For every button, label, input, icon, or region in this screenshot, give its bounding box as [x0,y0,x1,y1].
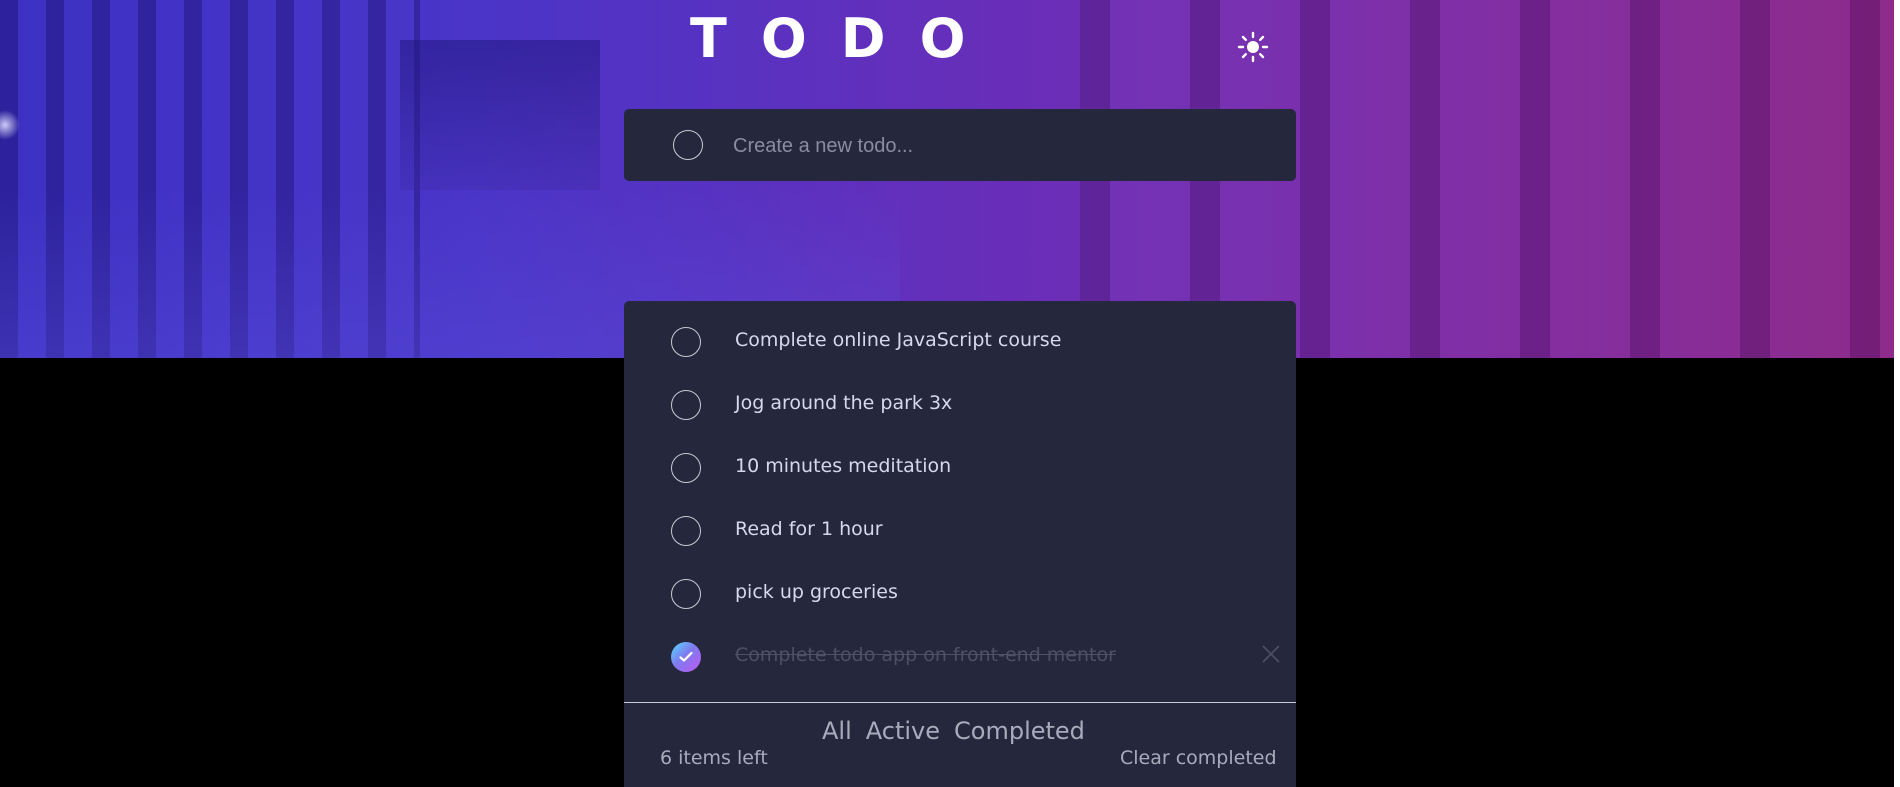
checkbox-circle-icon[interactable] [671,390,701,420]
divider [624,702,1296,703]
todo-item[interactable]: Jog around the park 3x [624,374,1296,434]
todo-list: Complete online JavaScript course Jog ar… [624,301,1296,787]
todo-item[interactable]: Complete online JavaScript course [624,311,1296,371]
todo-text: 10 minutes meditation [735,455,952,477]
checkbox-circle-icon[interactable] [671,516,701,546]
new-todo-input[interactable] [731,127,1255,165]
page: TODO Complete online JavaScript course [0,0,1900,787]
close-icon[interactable] [1261,644,1281,664]
todo-item-completed[interactable]: Complete todo app on front-end mentor [624,626,1296,686]
new-todo-bar [624,109,1296,181]
items-left-count: 6 items left [660,747,768,769]
todo-text: Complete online JavaScript course [735,329,1062,351]
window-edge [1894,0,1900,787]
filter-all[interactable]: All [822,717,852,745]
todo-item[interactable]: Read for 1 hour [624,500,1296,560]
checkbox-circle-icon[interactable] [671,579,701,609]
filter-tabs: All Active Completed [822,717,1085,745]
todo-text: pick up groceries [735,581,898,603]
clear-completed-button[interactable]: Clear completed [1120,747,1277,769]
todo-text: Jog around the park 3x [735,392,953,414]
filter-active[interactable]: Active [866,717,940,745]
filter-completed[interactable]: Completed [954,717,1085,745]
todo-item[interactable]: 10 minutes meditation [624,437,1296,497]
checkbox-circle-icon[interactable] [671,453,701,483]
sun-icon[interactable] [1237,31,1269,63]
app-title: TODO [690,7,1000,70]
todo-text: Complete todo app on front-end mentor [735,644,1116,666]
checkbox-circle-icon[interactable] [671,327,701,357]
todo-item[interactable]: pick up groceries [624,563,1296,623]
new-todo-circle-icon[interactable] [673,130,703,160]
todo-text: Read for 1 hour [735,518,883,540]
check-icon[interactable] [671,642,701,672]
